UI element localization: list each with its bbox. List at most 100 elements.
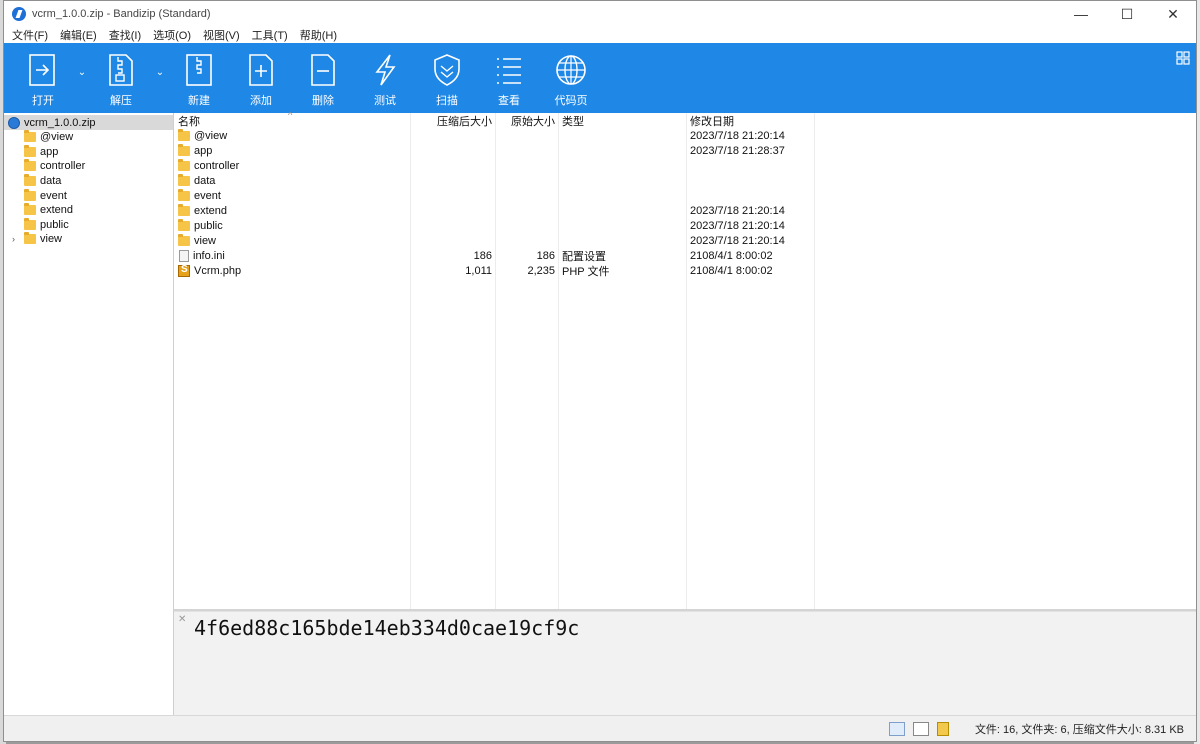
php-file-icon: [178, 264, 190, 277]
header-name[interactable]: 名称: [174, 113, 411, 129]
layout-grid-icon[interactable]: [1176, 51, 1190, 65]
file-name: event: [194, 189, 221, 202]
maximize-button[interactable]: ☐: [1104, 1, 1150, 27]
extract-icon: [105, 53, 137, 87]
list-header: ^ 名称 压缩后大小 原始大小 类型 修改日期: [174, 110, 1196, 129]
file-row[interactable]: Vcrm.php 1,011 2,235 PHP 文件 2108/4/1 8:0…: [174, 263, 1196, 278]
tree-item-event[interactable]: event: [4, 188, 173, 203]
header-compressed-size[interactable]: 压缩后大小: [411, 113, 496, 129]
column-divider: [495, 113, 496, 609]
test-button[interactable]: 测试: [354, 43, 416, 108]
menu-file[interactable]: 文件(F): [12, 27, 48, 43]
open-label: 打开: [32, 95, 54, 107]
file-name: controller: [194, 159, 240, 172]
view-list-icon: [493, 53, 525, 87]
preview-text: 4f6ed88c165bde14eb334d0cae19cf9c: [194, 616, 580, 640]
new-archive-button[interactable]: 新建: [168, 43, 230, 108]
menu-help[interactable]: 帮助(H): [300, 27, 337, 43]
file-row[interactable]: data: [174, 173, 1196, 188]
codepage-globe-icon: [555, 53, 587, 87]
codepage-button[interactable]: 代码页: [540, 43, 602, 108]
folder-icon: [178, 128, 190, 141]
open-icon: [27, 53, 59, 87]
file-type: PHP 文件: [562, 265, 610, 278]
file-row[interactable]: event: [174, 188, 1196, 203]
tree-item-public[interactable]: public: [4, 217, 173, 233]
view-button[interactable]: 查看: [478, 43, 540, 108]
close-icon[interactable]: ✕: [178, 614, 186, 625]
tree-item-label: public: [40, 218, 69, 231]
file-row[interactable]: controller: [174, 158, 1196, 173]
bandizip-window: vcrm_1.0.0.zip - Bandizip (Standard) — ☐…: [3, 0, 1197, 742]
folder-icon: [24, 159, 36, 172]
archive-info-icon[interactable]: [936, 721, 949, 736]
file-type: 配置设置: [562, 250, 606, 263]
menu-bar: 文件(F) 编辑(E) 查找(I) 选项(O) 视图(V) 工具(T) 帮助(H…: [4, 27, 1196, 43]
test-label: 测试: [374, 95, 396, 107]
modified-date: 2023/7/18 21:20:14: [690, 219, 785, 232]
file-row[interactable]: public 2023/7/18 21:20:14: [174, 218, 1196, 233]
tree-item-label: extend: [40, 204, 74, 217]
file-name: @view: [194, 129, 228, 142]
scan-button[interactable]: 扫描: [416, 43, 478, 108]
extract-button[interactable]: 解压: [90, 43, 152, 108]
delete-file-button[interactable]: 删除: [292, 43, 354, 108]
menu-find[interactable]: 查找(I): [109, 27, 141, 43]
view-label: 查看: [498, 95, 520, 107]
menu-tools[interactable]: 工具(T): [252, 27, 288, 43]
add-file-icon: [245, 53, 277, 87]
file-row[interactable]: app 2023/7/18 21:28:37: [174, 143, 1196, 158]
tree-item-label: controller: [40, 160, 86, 173]
status-bar: 文件: 16, 文件夹: 6, 压缩文件大小: 8.31 KB: [4, 715, 1196, 741]
column-divider: [558, 113, 559, 609]
tree-root-archive[interactable]: vcrm_1.0.0.zip: [4, 115, 173, 130]
header-type[interactable]: 类型: [559, 113, 687, 129]
tree-item-extend[interactable]: extend: [4, 203, 173, 218]
preview-view-icon[interactable]: [912, 721, 929, 736]
add-file-button[interactable]: 添加: [230, 43, 292, 108]
open-button[interactable]: 打开: [12, 43, 74, 108]
modified-date: 2023/7/18 21:20:14: [690, 234, 785, 247]
menu-edit[interactable]: 编辑(E): [60, 27, 97, 43]
original-size: 186: [536, 249, 555, 262]
file-name: info.ini: [193, 249, 225, 262]
tree-item-label: app: [40, 145, 59, 158]
open-dropdown-chevron-icon[interactable]: ⌄: [74, 43, 90, 78]
tree-item-controller[interactable]: controller: [4, 159, 173, 174]
expand-chevron-icon[interactable]: ›: [12, 234, 24, 244]
header-modified[interactable]: 修改日期: [687, 113, 815, 129]
close-button[interactable]: ✕: [1150, 1, 1196, 27]
minimize-button[interactable]: —: [1058, 1, 1104, 27]
folder-icon: [24, 217, 36, 230]
file-row[interactable]: @view 2023/7/18 21:20:14: [174, 128, 1196, 143]
header-original-size[interactable]: 原始大小: [496, 113, 559, 129]
file-name: app: [194, 144, 213, 157]
toolbar: 打开 ⌄ 解压 ⌄ 新建 添加 删除 测试 扫描 查看 代码页: [4, 43, 1196, 113]
menu-view[interactable]: 视图(V): [203, 27, 240, 43]
file-list: ^ 名称 压缩后大小 原始大小 类型 修改日期 @view 2023/7/18 …: [174, 110, 1196, 611]
modified-date: 2023/7/18 21:20:14: [690, 204, 785, 217]
comment-preview-pane: ✕ 4f6ed88c165bde14eb334d0cae19cf9c: [174, 611, 1196, 715]
folder-icon: [178, 188, 190, 201]
details-view-icon[interactable]: [888, 721, 905, 736]
folder-icon: [24, 144, 36, 157]
tree-item-data[interactable]: data: [4, 174, 173, 189]
folder-icon: [178, 143, 190, 156]
file-row[interactable]: view 2023/7/18 21:20:14: [174, 233, 1196, 248]
menu-options[interactable]: 选项(O): [153, 27, 191, 43]
extract-dropdown-chevron-icon[interactable]: ⌄: [152, 43, 168, 78]
scan-shield-icon: [431, 53, 463, 87]
tree-item-@view[interactable]: @view: [4, 130, 173, 145]
status-text: 文件: 16, 文件夹: 6, 压缩文件大小: 8.31 KB: [974, 723, 1184, 736]
tree-item-app[interactable]: app: [4, 144, 173, 160]
file-name: data: [194, 174, 216, 187]
tree-item-label: event: [40, 189, 67, 202]
folder-icon: [178, 233, 190, 246]
ini-file-icon: [179, 249, 189, 262]
file-row[interactable]: extend 2023/7/18 21:20:14: [174, 203, 1196, 218]
scan-label: 扫描: [436, 95, 458, 107]
file-row[interactable]: info.ini 186 186 配置设置 2108/4/1 8:00:02: [174, 248, 1196, 263]
modified-date: 2023/7/18 21:20:14: [690, 129, 785, 142]
tree-item-view[interactable]: › view: [4, 232, 173, 247]
folder-icon: [24, 232, 36, 245]
